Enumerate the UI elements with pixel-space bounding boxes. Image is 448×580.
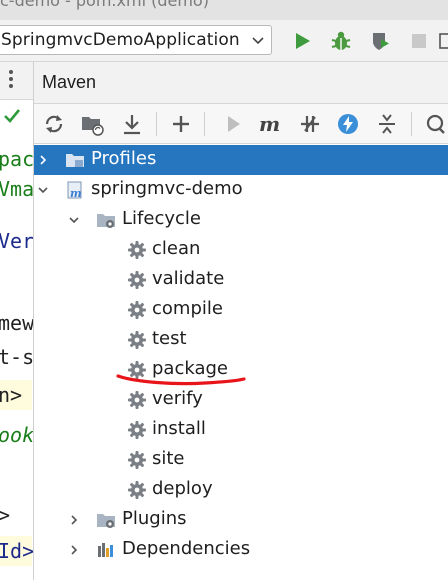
maven-title: Maven (42, 72, 97, 92)
run-configuration-select[interactable]: SpringmvcDemoApplication (0, 25, 272, 55)
maven-toolbar: m (34, 104, 448, 144)
chevron-right-icon[interactable] (37, 154, 49, 166)
gear-icon (127, 360, 147, 380)
maven-panel: Maven m Profiles m springmvc-demo Lifecy… (34, 62, 448, 580)
code-fragment: Vma (0, 177, 34, 201)
tree-node-label: package (152, 358, 228, 379)
tree-node-goal-package[interactable]: package (34, 355, 448, 385)
tree-node-goal[interactable]: validate (34, 265, 448, 295)
run-toolbar: SpringmvcDemoApplication (0, 20, 448, 62)
editor-strip: pac Vma Ver mew t-s n> ook > Id> (0, 62, 34, 580)
run-configuration-label: SpringmvcDemoApplication (1, 30, 240, 50)
stop-icon[interactable] (407, 29, 431, 53)
dependencies-icon (98, 543, 113, 557)
chevron-down-icon (252, 37, 264, 45)
tree-node-label: Dependencies (122, 538, 251, 559)
tree-node-label: compile (152, 298, 223, 319)
run-icon[interactable] (290, 29, 314, 53)
gear-icon (127, 420, 147, 440)
gear-icon (127, 240, 147, 260)
tree-node-label: Profiles (91, 148, 157, 169)
code-fragment: mew (0, 311, 34, 335)
lifecycle-folder-icon (97, 214, 115, 228)
tree-node-label: site (152, 448, 185, 469)
code-fragment: > (0, 500, 10, 530)
tree-node-goal[interactable]: deploy (34, 475, 448, 505)
tree-node-dependencies[interactable]: Dependencies (34, 535, 448, 565)
skip-tests-icon[interactable] (336, 112, 360, 136)
tree-node-label: deploy (152, 478, 213, 499)
gear-icon (127, 480, 147, 500)
debug-icon[interactable] (329, 29, 353, 53)
gear-icon (127, 390, 147, 410)
more-options-icon[interactable] (8, 70, 14, 92)
analyze-icon[interactable] (423, 112, 447, 136)
add-icon[interactable] (169, 112, 193, 136)
chevron-right-icon[interactable] (68, 514, 80, 526)
tree-node-label: Plugins (122, 508, 187, 529)
coverage-icon[interactable] (368, 29, 392, 53)
tree-node-lifecycle[interactable]: Lifecycle (34, 205, 448, 235)
code-fragment: pac (0, 147, 34, 171)
code-fragment: Id> (0, 536, 33, 566)
gear-icon (127, 450, 147, 470)
tree-node-goal[interactable]: install (34, 415, 448, 445)
download-icon[interactable] (120, 112, 144, 136)
tree-node-profiles[interactable]: Profiles (34, 145, 448, 175)
run-icon[interactable] (221, 112, 245, 136)
tree-node-project[interactable]: m springmvc-demo (34, 175, 448, 205)
tree-node-label: validate (152, 268, 225, 289)
svg-text:m: m (259, 112, 280, 136)
tree-node-label: install (152, 418, 206, 439)
tree-node-plugins[interactable]: Plugins (34, 505, 448, 535)
collapse-icon[interactable] (375, 112, 399, 136)
chevron-down-icon[interactable] (68, 214, 80, 226)
execute-goal-icon[interactable]: m (258, 112, 282, 136)
toggle-offline-icon[interactable] (298, 112, 322, 136)
window-title-bar: c-demo - pom.xml (demo) (0, 0, 448, 20)
check-icon (4, 109, 21, 123)
tree-node-label: verify (152, 388, 203, 409)
tree-node-goal[interactable]: site (34, 445, 448, 475)
reload-icon[interactable] (42, 112, 66, 136)
tree-node-goal[interactable]: test (34, 325, 448, 355)
code-fragment: n> (0, 380, 32, 410)
editor-toolbar (0, 62, 33, 100)
window-title: c-demo - pom.xml (demo) (0, 0, 209, 10)
tree-node-label: test (152, 328, 187, 349)
code-fragment: ook (0, 423, 34, 447)
plugins-folder-icon (97, 514, 115, 528)
code-fragment: Ver (0, 229, 34, 253)
generate-sources-icon[interactable] (80, 112, 104, 136)
chevron-down-icon[interactable] (37, 184, 49, 196)
gear-icon (127, 300, 147, 320)
code-fragment: t-s (0, 345, 34, 369)
tree-node-goal[interactable]: verify (34, 385, 448, 415)
tree-node-label: springmvc-demo (91, 178, 243, 199)
tree-node-goal[interactable]: compile (34, 295, 448, 325)
tree-node-label: Lifecycle (122, 208, 201, 229)
layout-icon[interactable] (438, 29, 448, 53)
maven-header: Maven (34, 62, 448, 104)
folder-icon (66, 154, 84, 167)
chevron-right-icon[interactable] (68, 544, 80, 556)
gear-icon (127, 330, 147, 350)
maven-project-icon: m (67, 181, 82, 200)
tree-node-goal[interactable]: clean (34, 235, 448, 265)
svg-text:m: m (70, 187, 82, 200)
tree-node-label: clean (152, 238, 201, 259)
gear-icon (127, 270, 147, 290)
